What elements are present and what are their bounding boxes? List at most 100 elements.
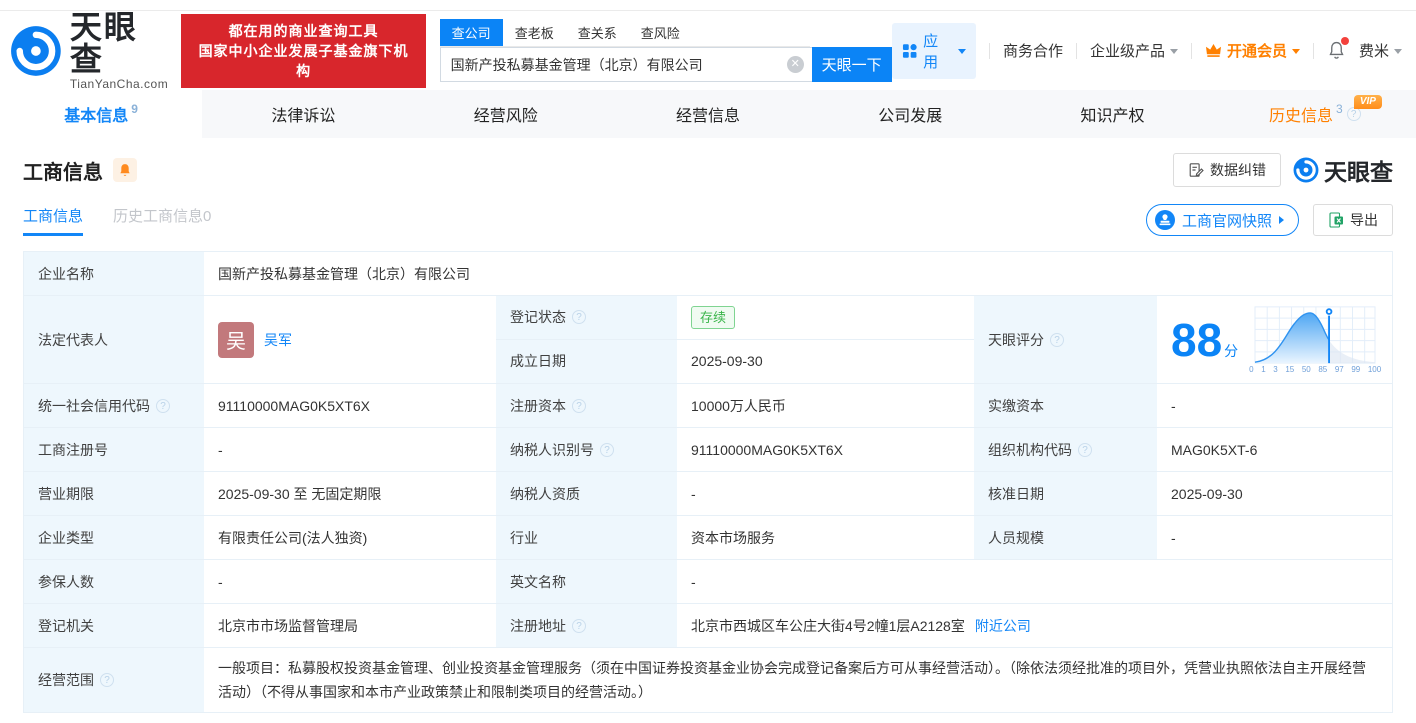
data-correction-label: 数据纠错 — [1210, 162, 1266, 178]
tianyancha-logo-icon — [11, 25, 61, 76]
subtab-count: 0 — [203, 207, 212, 225]
search-tab-relation[interactable]: 查关系 — [566, 19, 629, 46]
help-icon[interactable] — [100, 673, 114, 687]
search-tab-boss[interactable]: 查老板 — [503, 19, 566, 46]
enterprise-products-label: 企业级产品 — [1089, 43, 1165, 60]
subtab-history-business-info[interactable]: 历史工商信息0 — [113, 205, 211, 236]
divider — [989, 42, 990, 59]
table-row: 营业期限 2025-09-30 至 无固定期限 纳税人资质 - 核准日期 202… — [24, 472, 1392, 516]
brand-name: 天眼查 — [69, 9, 138, 77]
tab-label: 经营风险 — [473, 108, 538, 125]
search-input[interactable] — [439, 47, 812, 82]
subtab-label: 工商信息 — [23, 207, 84, 225]
subtab-business-info[interactable]: 工商信息 — [23, 205, 84, 236]
page-top-divider — [0, 0, 1416, 11]
staff-size-value: - — [1157, 516, 1392, 559]
field-label: 人员规模 — [974, 516, 1157, 559]
apps-menu[interactable]: 应用 — [891, 22, 977, 79]
slogan-line1: 都在用的商业查询工具 — [228, 22, 379, 39]
tianyancha-logo[interactable]: 天眼查 TianYanCha.com — [10, 11, 171, 90]
chevron-down-icon — [1170, 49, 1178, 54]
business-info-table: 企业名称 国新产投私募基金管理（北京）有限公司 法定代表人 吴 吴军 登记状态 … — [23, 251, 1393, 713]
legal-rep-link[interactable]: 吴军 — [264, 330, 292, 350]
field-label: 成立日期 — [496, 339, 677, 383]
tab-operating-risk[interactable]: 经营风险 — [405, 90, 607, 138]
nearby-companies-link[interactable]: 附近公司 — [975, 616, 1031, 636]
avatar[interactable]: 吴 — [218, 321, 254, 358]
help-icon[interactable] — [1050, 332, 1064, 347]
tab-company-development[interactable]: 公司发展 — [809, 90, 1011, 138]
help-icon[interactable] — [572, 310, 586, 325]
data-correction-button[interactable]: 数据纠错 — [1173, 153, 1281, 187]
business-term-value: 2025-09-30 至 无固定期限 — [204, 472, 496, 515]
legal-rep-value: 吴 吴军 — [204, 296, 496, 383]
field-label: 参保人数 — [24, 560, 204, 603]
open-vip-label: 开通会员 — [1226, 43, 1287, 60]
help-icon[interactable] — [156, 398, 170, 413]
tab-label: 知识产权 — [1080, 108, 1145, 125]
score-unit: 分 — [1224, 342, 1239, 359]
watermark-label: 天眼查 — [1324, 159, 1393, 185]
tianyancha-logo-icon — [1293, 157, 1319, 183]
business-scope-value: 一般项目：私募股权投资基金管理、创业投资基金管理服务（须在中国证券投资基金业协会… — [204, 648, 1392, 712]
insured-num-value: - — [204, 560, 496, 603]
company-nav-tabs: 基本信息 9 法律诉讼 经营风险 经营信息 公司发展 知识产权 VIP 历史信息… — [0, 90, 1416, 138]
field-label: 行业 — [496, 516, 677, 559]
clear-search-icon[interactable] — [786, 56, 804, 73]
help-icon[interactable] — [572, 398, 586, 413]
field-label: 企业名称 — [24, 252, 204, 295]
nav-cooperation[interactable]: 商务合作 — [1003, 40, 1063, 61]
help-icon[interactable] — [1346, 107, 1361, 121]
table-row: 企业名称 国新产投私募基金管理（北京）有限公司 — [24, 252, 1392, 296]
search-tabs: 查公司 查老板 查关系 查风险 — [439, 19, 810, 47]
org-code-value: MAG0K5XT-6 — [1157, 428, 1392, 471]
search-tab-risk[interactable]: 查风险 — [629, 19, 692, 46]
header: 天眼查 TianYanCha.com 都在用的商业查询工具 国家中小企业发展子基… — [0, 11, 1416, 90]
help-icon[interactable] — [600, 442, 614, 457]
chevron-down-icon — [1291, 49, 1300, 54]
paid-capital-value: - — [1157, 384, 1392, 427]
reg-status-value: 存续 — [677, 296, 974, 339]
search-button[interactable]: 天眼一下 — [811, 47, 892, 82]
user-menu[interactable]: 费米 — [1359, 40, 1402, 61]
industry-value: 资本市场服务 — [677, 516, 974, 559]
tianyancha-watermark: 天眼查 — [1293, 153, 1393, 187]
help-icon[interactable] — [572, 618, 586, 633]
export-button[interactable]: 导出 — [1313, 204, 1393, 236]
divider — [1312, 42, 1314, 59]
tab-history-info[interactable]: VIP 历史信息 3 — [1214, 90, 1416, 138]
main-content: 工商信息 数据纠错 天眼查 工商信息 历史工商信息0 工商官网快照 导出 企业名… — [0, 152, 1416, 713]
apps-grid-icon — [902, 43, 917, 58]
taxpayer-quality-value: - — [677, 472, 974, 515]
status-badge: 存续 — [691, 305, 736, 329]
help-icon[interactable] — [1078, 442, 1092, 457]
nav-open-vip[interactable]: 开通会员 — [1205, 40, 1300, 61]
table-row: 工商注册号 - 纳税人识别号 91110000MAG0K5XT6X 组织机构代码… — [24, 428, 1392, 472]
tab-legal-proceedings[interactable]: 法律诉讼 — [202, 90, 404, 138]
excel-icon — [1329, 212, 1343, 228]
tab-basic-info[interactable]: 基本信息 9 — [0, 90, 203, 138]
official-snapshot-button[interactable]: 工商官网快照 — [1145, 204, 1299, 236]
export-label: 导出 — [1350, 212, 1378, 228]
nav-enterprise-products[interactable]: 企业级产品 — [1090, 40, 1178, 61]
stamp-icon — [1154, 210, 1175, 230]
edit-document-icon — [1189, 163, 1204, 177]
table-row: 经营范围 一般项目：私募股权投资基金管理、创业投资基金管理服务（须在中国证券投资… — [24, 648, 1392, 712]
field-label: 注册地址 — [496, 604, 677, 647]
tab-operating-info[interactable]: 经营信息 — [607, 90, 809, 138]
tab-label: 历史信息 — [1268, 108, 1333, 125]
tab-intellectual-property[interactable]: 知识产权 — [1011, 90, 1213, 138]
search-tab-company[interactable]: 查公司 — [439, 19, 503, 46]
field-label: 注册资本 — [496, 384, 677, 427]
chart-x-ticks: 0 1 3 15 50 85 97 99 100 — [1249, 365, 1382, 374]
field-label: 纳税人识别号 — [496, 428, 677, 471]
notifications-bell[interactable] — [1327, 37, 1349, 61]
subtab-label: 历史工商信息 — [113, 207, 204, 225]
score-distribution-chart[interactable]: 0 1 3 15 50 85 97 99 100 — [1248, 305, 1382, 374]
section-title: 工商信息 — [23, 161, 103, 184]
table-row: 企业类型 有限责任公司(法人独资) 行业 资本市场服务 人员规模 - — [24, 516, 1392, 560]
company-type-value: 有限责任公司(法人独资) — [204, 516, 496, 559]
subscribe-bell-button[interactable] — [113, 158, 137, 182]
reg-number-value: - — [204, 428, 496, 471]
tab-count: 3 — [1335, 102, 1343, 116]
